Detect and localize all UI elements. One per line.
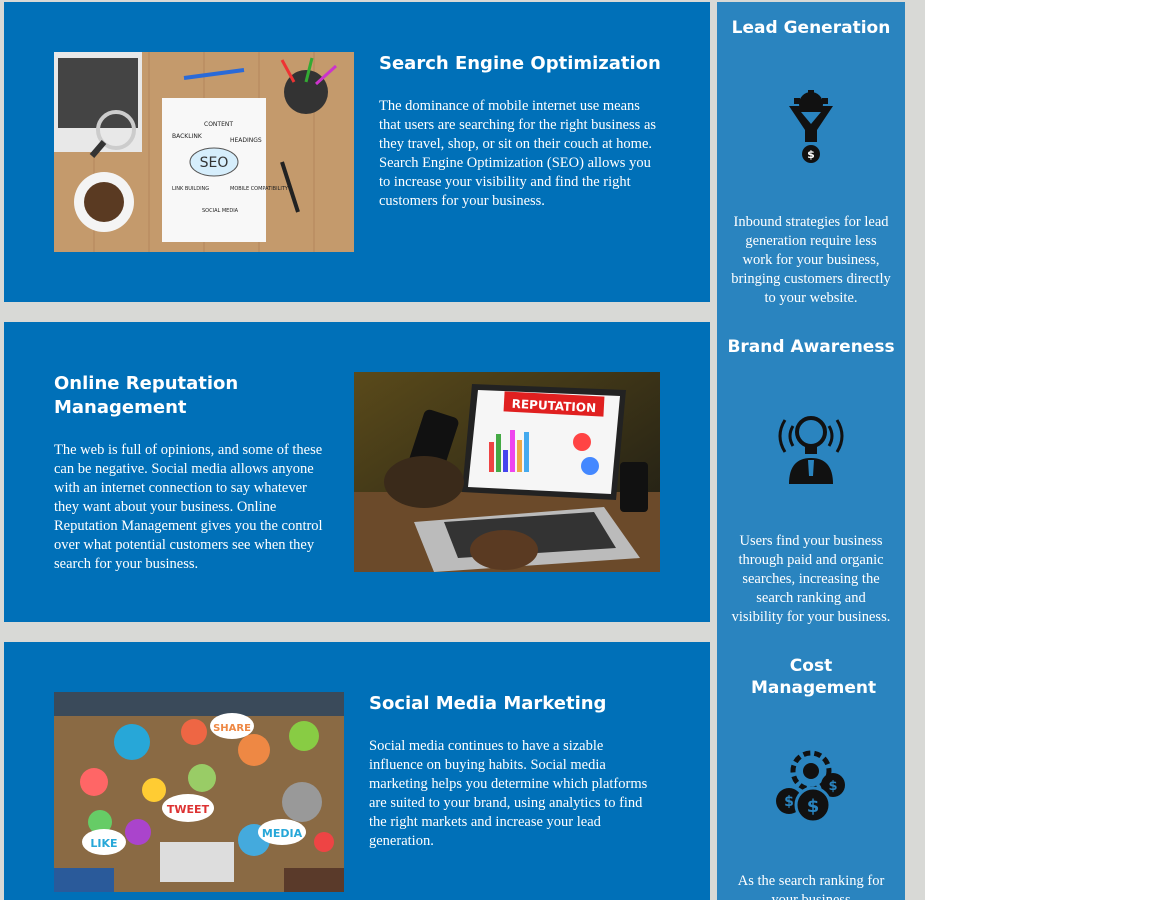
sidebar-title-lead-generation: Lead Generation <box>731 18 891 38</box>
benefits-sidebar: Lead Generation $ Inbound strategies for… <box>717 2 905 900</box>
seo-image-word-social: SOCIAL MEDIA <box>202 208 239 214</box>
seo-image-word-headings: HEADINGS <box>230 137 262 144</box>
service-description: Social media continues to have a sizable… <box>369 738 648 849</box>
seo-image-word-content: CONTENT <box>204 121 233 128</box>
lightbulb-person-icon <box>771 406 851 486</box>
service-description: The web is full of opinions, and some of… <box>54 442 323 572</box>
seo-notebook-image: SEO CONTENT BACKLINK HEADINGS LINK BUILD… <box>54 52 354 252</box>
social-image-word-media: MEDIA <box>262 827 303 840</box>
svg-text:$: $ <box>784 794 794 810</box>
service-title: Search Engine Optimization <box>379 53 661 74</box>
social-image-word-tweet: TWEET <box>167 803 210 816</box>
service-card-seo: SEO CONTENT BACKLINK HEADINGS LINK BUILD… <box>4 2 710 302</box>
sidebar-text-lead-generation: Inbound strategies for lead generation r… <box>731 214 891 306</box>
service-description: The dominance of mobile internet use mea… <box>379 98 657 209</box>
service-card-social: SHARE TWEET LIKE MEDIA Social Media Mark… <box>4 642 710 900</box>
seo-word: SEO <box>200 155 229 171</box>
social-media-table-image: SHARE TWEET LIKE MEDIA <box>54 692 344 892</box>
social-image-word-share: SHARE <box>213 723 251 734</box>
seo-image-word-mobile: MOBILE COMPATIBILITY <box>230 186 289 192</box>
social-image-word-like: LIKE <box>90 837 117 850</box>
seo-image-word-link-building: LINK BUILDING <box>172 186 209 192</box>
gear-coins-icon: $ $ $ <box>771 747 851 827</box>
seo-image-word-backlink: BACKLINK <box>172 133 203 140</box>
service-card-reputation: Online Reputation Management The web is … <box>4 322 710 622</box>
service-title: Social Media Marketing <box>369 693 607 714</box>
service-title: Online Reputation Management <box>54 373 239 418</box>
reputation-laptop-image: REPUTATION <box>354 372 660 572</box>
sidebar-text-brand-awareness: Users find your business through paid an… <box>731 533 891 625</box>
sidebar-text-cost-management: As the search ranking for your business <box>737 873 885 900</box>
svg-text:$: $ <box>828 779 837 794</box>
sidebar-title-cost-management: Cost Management <box>751 656 877 698</box>
sidebar-title-brand-awareness: Brand Awareness <box>727 337 895 357</box>
svg-text:$: $ <box>807 796 820 817</box>
funnel-gear-icon: $ <box>771 89 851 170</box>
svg-text:$: $ <box>807 148 815 161</box>
